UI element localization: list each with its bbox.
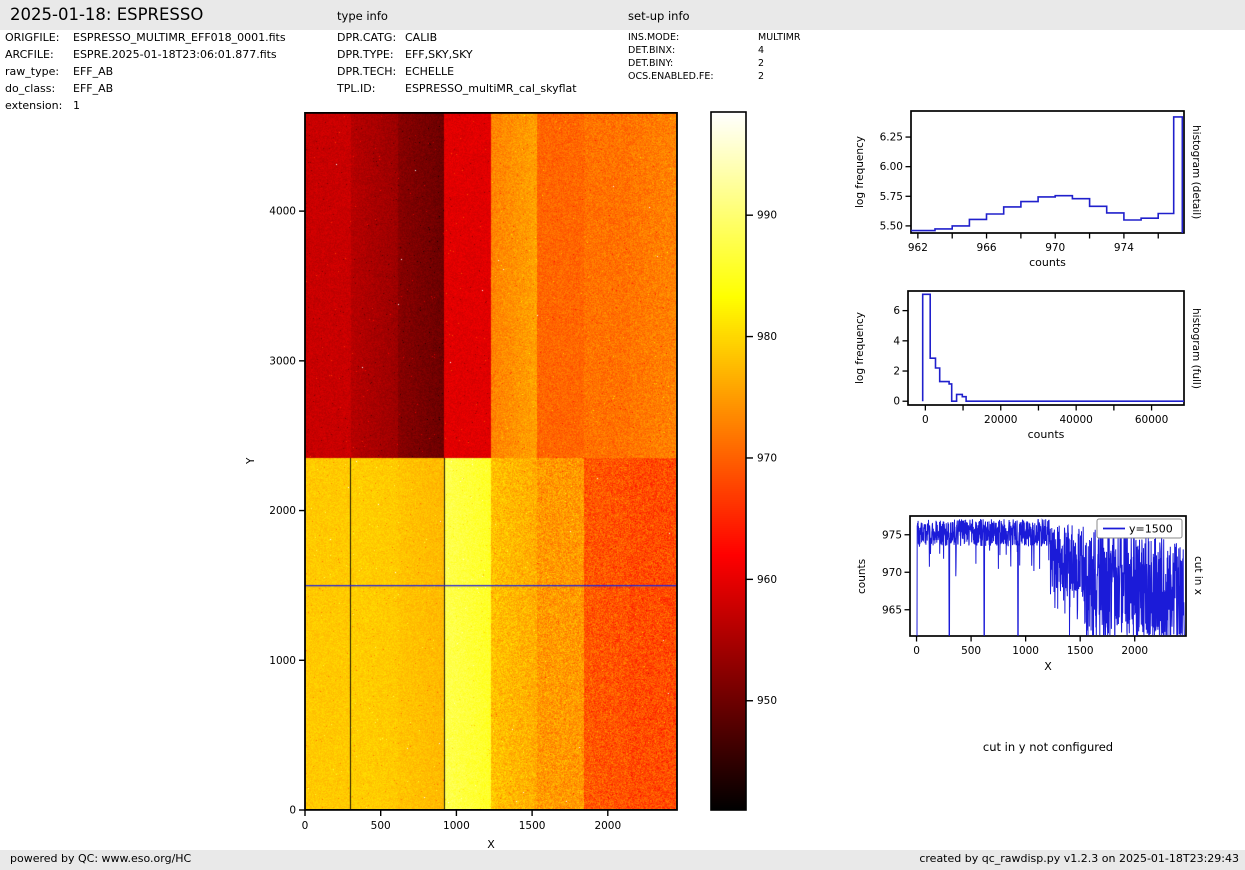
svg-text:974: 974 — [1114, 242, 1134, 254]
svg-text:0: 0 — [913, 645, 920, 657]
svg-text:500: 500 — [371, 820, 391, 832]
svg-text:60000: 60000 — [1135, 414, 1168, 426]
svg-text:975: 975 — [882, 529, 902, 541]
info-row-tplid: TPL.ID:ESPRESSO_multiMR_cal_skyflat — [337, 82, 577, 95]
hist-detail-xlabel: counts — [911, 256, 1184, 269]
setup-info-header: set-up info — [628, 9, 690, 23]
footer-powered-by: powered by QC: www.eso.org/HC — [10, 852, 191, 865]
svg-text:0: 0 — [289, 805, 296, 817]
svg-text:5.50: 5.50 — [880, 220, 903, 232]
svg-text:6.00: 6.00 — [880, 161, 903, 173]
svg-text:960: 960 — [757, 574, 777, 586]
cut-x-plot: 0 500 1000 1500 2000 965 970 975 y=1500 — [855, 508, 1195, 668]
info-row-origfile: ORIGFILE:ESPRESSO_MULTIMR_EFF018_0001.fi… — [5, 31, 286, 44]
field-value: 2 — [758, 71, 764, 82]
info-row-arcfile: ARCFILE:ESPRE.2025-01-18T23:06:01.877.fi… — [5, 48, 277, 61]
svg-text:970: 970 — [757, 452, 777, 464]
svg-text:0: 0 — [302, 820, 309, 832]
field-label: raw_type: — [5, 65, 73, 78]
info-row-detbiny: DET.BINY:2 — [628, 58, 764, 69]
svg-text:2000: 2000 — [1121, 645, 1148, 657]
field-label: DPR.TECH: — [337, 65, 405, 78]
svg-text:1500: 1500 — [519, 820, 546, 832]
svg-text:20000: 20000 — [984, 414, 1017, 426]
field-value: CALIB — [405, 31, 437, 44]
info-row-ocsenabledfe: OCS.ENABLED.FE:2 — [628, 71, 764, 82]
svg-text:970: 970 — [882, 567, 902, 579]
field-label: DET.BINX: — [628, 45, 758, 56]
svg-text:0: 0 — [893, 396, 900, 408]
field-label: TPL.ID: — [337, 82, 405, 95]
cut-x-side-label: cut in x — [1190, 516, 1206, 636]
svg-text:4: 4 — [893, 335, 900, 347]
info-row-extension: extension:1 — [5, 99, 80, 112]
type-info-header: type info — [337, 9, 388, 23]
info-row-detbinx: DET.BINX:4 — [628, 45, 764, 56]
svg-text:3000: 3000 — [269, 355, 296, 367]
field-label: OCS.ENABLED.FE: — [628, 71, 758, 82]
field-value: MULTIMR — [758, 32, 801, 43]
svg-text:2: 2 — [893, 366, 900, 378]
svg-text:2000: 2000 — [269, 505, 296, 517]
field-label: DPR.CATG: — [337, 31, 405, 44]
main-plot-axes: 0 500 1000 1500 2000 0 1000 2000 3000 4000 — [260, 112, 700, 854]
svg-text:5.75: 5.75 — [880, 191, 903, 203]
main-ylabel: Y — [243, 112, 259, 810]
field-value: ECHELLE — [405, 65, 454, 78]
field-label: do_class: — [5, 82, 73, 95]
histogram-detail-plot: 962 966 970 974 5.50 5.75 6.00 6.25 — [856, 103, 1196, 258]
cut-x-xlabel: X — [910, 660, 1186, 673]
field-value: ESPRESSO_MULTIMR_EFF018_0001.fits — [73, 31, 286, 44]
field-value: EFF_AB — [73, 82, 113, 95]
svg-text:950: 950 — [757, 695, 777, 707]
info-row-doclass: do_class:EFF_AB — [5, 82, 113, 95]
svg-text:1000: 1000 — [1012, 645, 1039, 657]
field-value: 1 — [73, 99, 80, 112]
field-value: 2 — [758, 58, 764, 69]
field-label: extension: — [5, 99, 73, 112]
info-row-dprcatg: DPR.CATG:CALIB — [337, 31, 437, 44]
svg-text:1500: 1500 — [1067, 645, 1094, 657]
svg-text:962: 962 — [908, 242, 928, 254]
hist-detail-side-label: histogram (detail) — [1188, 111, 1204, 233]
info-row-rawtype: raw_type:EFF_AB — [5, 65, 113, 78]
field-label: DPR.TYPE: — [337, 48, 405, 61]
svg-text:0: 0 — [922, 414, 929, 426]
svg-text:990: 990 — [757, 210, 777, 222]
svg-text:966: 966 — [977, 242, 997, 254]
field-label: ARCFILE: — [5, 48, 73, 61]
field-label: INS.MODE: — [628, 32, 758, 43]
svg-text:4000: 4000 — [269, 206, 296, 218]
page-title: 2025-01-18: ESPRESSO — [10, 5, 203, 24]
svg-text:2000: 2000 — [594, 820, 621, 832]
svg-text:40000: 40000 — [1059, 414, 1092, 426]
field-value: EFF_AB — [73, 65, 113, 78]
field-value: 4 — [758, 45, 764, 56]
svg-text:965: 965 — [882, 604, 902, 616]
svg-text:970: 970 — [1045, 242, 1065, 254]
svg-text:y=1500: y=1500 — [1129, 523, 1173, 536]
svg-text:6.25: 6.25 — [880, 132, 903, 144]
qc-rawdisp-page: 2025-01-18: ESPRESSO type info set-up in… — [0, 0, 1245, 870]
info-row-insmode: INS.MODE:MULTIMR — [628, 32, 801, 43]
field-value: EFF,SKY,SKY — [405, 48, 473, 61]
field-label: DET.BINY: — [628, 58, 758, 69]
hist-full-side-label: histogram (full) — [1188, 291, 1204, 405]
svg-text:1000: 1000 — [269, 655, 296, 667]
field-value: ESPRESSO_multiMR_cal_skyflat — [405, 82, 577, 95]
footer-created-by: created by qc_rawdisp.py v1.2.3 on 2025-… — [919, 852, 1239, 865]
info-row-dprtech: DPR.TECH:ECHELLE — [337, 65, 454, 78]
cut-y-message: cut in y not configured — [910, 740, 1186, 754]
svg-text:1000: 1000 — [443, 820, 470, 832]
colorbar-axes: 950 960 970 980 990 — [709, 110, 801, 814]
histogram-full-plot: 0 20000 40000 60000 0 2 4 6 — [853, 283, 1193, 441]
svg-text:500: 500 — [961, 645, 981, 657]
field-label: ORIGFILE: — [5, 31, 73, 44]
hist-full-xlabel: counts — [908, 428, 1184, 441]
svg-text:980: 980 — [757, 331, 777, 343]
info-row-dprtype: DPR.TYPE:EFF,SKY,SKY — [337, 48, 473, 61]
svg-text:6: 6 — [893, 305, 900, 317]
field-value: ESPRE.2025-01-18T23:06:01.877.fits — [73, 48, 277, 61]
